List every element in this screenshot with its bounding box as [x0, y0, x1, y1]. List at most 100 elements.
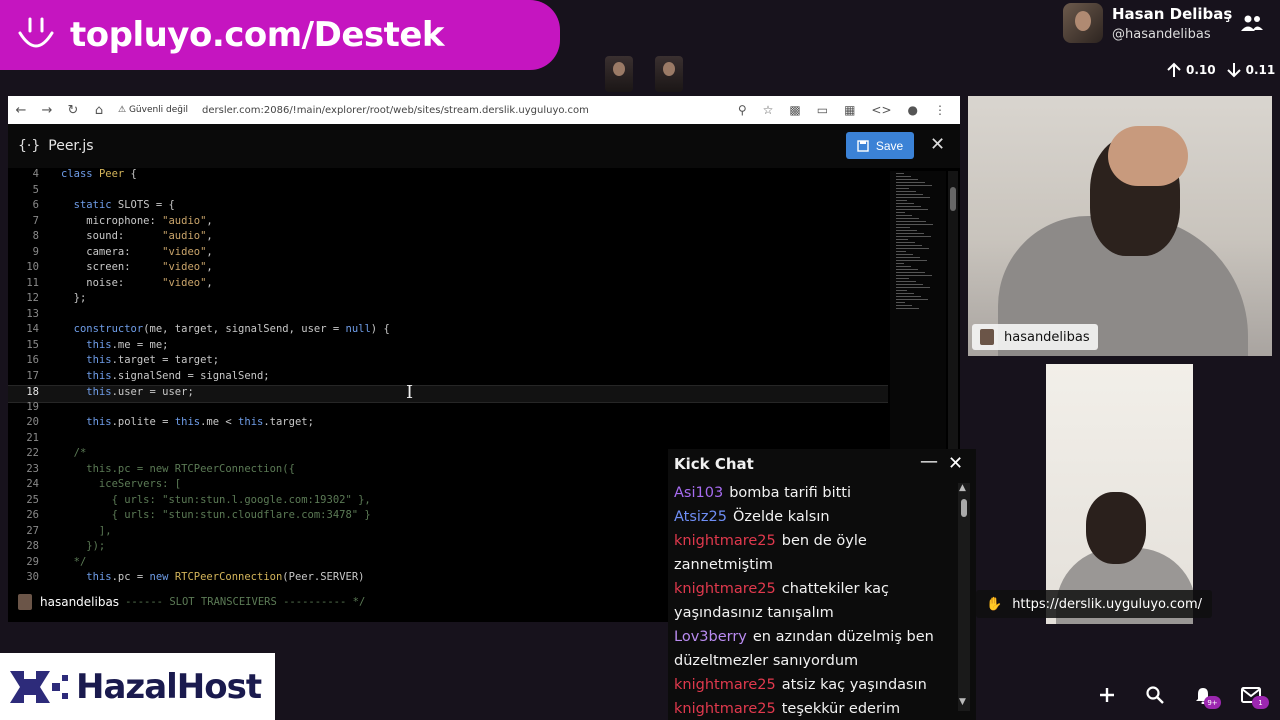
- code-text[interactable]: */: [61, 556, 87, 572]
- mail-badge: 1: [1252, 696, 1269, 709]
- chat-scrollbar[interactable]: ▲ ▼: [958, 483, 970, 711]
- people-icon[interactable]: [1240, 14, 1264, 32]
- avatar: [18, 594, 32, 610]
- bell-icon[interactable]: 9+: [1192, 684, 1221, 709]
- minimize-icon[interactable]: —: [920, 451, 938, 472]
- code-text[interactable]: { urls: "stun:stun.cloudflare.com:3478" …: [61, 509, 371, 525]
- line-number: 13: [26, 307, 39, 320]
- save-button[interactable]: Save: [846, 132, 914, 159]
- code-line[interactable]: 16 this.target = target;: [8, 354, 888, 370]
- menu-dots-icon[interactable]: ⋮: [934, 103, 946, 117]
- line-number: 23: [26, 462, 39, 475]
- code-text[interactable]: { urls: "stun:stun.l.google.com:19302" }…: [61, 494, 371, 510]
- chat-username[interactable]: Lov3berry: [674, 629, 747, 645]
- url-text[interactable]: dersler.com:2086/!main/explorer/root/web…: [202, 105, 589, 116]
- forward-icon[interactable]: →: [34, 103, 60, 118]
- avatar[interactable]: [1063, 3, 1103, 43]
- chat-username[interactable]: knightmare25: [674, 701, 776, 717]
- code-text[interactable]: this.pc = new RTCPeerConnection(Peer.SER…: [61, 571, 364, 587]
- code-line[interactable]: 21: [8, 432, 888, 448]
- code-text[interactable]: iceServers: [: [61, 478, 181, 494]
- line-number: 21: [26, 431, 39, 444]
- code-text[interactable]: microphone: "audio",: [61, 215, 212, 231]
- code-line[interactable]: 20 this.polite = this.me < this.target;: [8, 416, 888, 432]
- code-text[interactable]: });: [61, 540, 105, 556]
- extensions-icon[interactable]: ▩: [789, 103, 800, 117]
- profile-name: Hasan Delibaş: [1112, 4, 1233, 23]
- code-line[interactable]: 17 this.signalSend = signalSend;: [8, 370, 888, 386]
- reload-icon[interactable]: ↻: [60, 103, 86, 118]
- viewer-avatar[interactable]: [655, 56, 683, 92]
- code-line[interactable]: 4 class Peer {: [8, 168, 888, 184]
- line-number: 28: [26, 540, 39, 552]
- smiley-logo-icon: [18, 17, 54, 48]
- code-text[interactable]: noise: "video",: [61, 277, 212, 293]
- code-line[interactable]: 6 static SLOTS = {: [8, 199, 888, 215]
- chat-username[interactable]: knightmare25: [674, 677, 776, 693]
- apps-icon[interactable]: ▦: [844, 103, 855, 117]
- download-arrow-icon: [1226, 63, 1241, 78]
- code-line[interactable]: 5: [8, 184, 888, 200]
- code-text[interactable]: this.me = me;: [61, 339, 168, 355]
- code-line[interactable]: 15 this.me = me;: [8, 339, 888, 355]
- chat-username[interactable]: knightmare25: [674, 581, 776, 597]
- address-bar[interactable]: ⚠ Güvenli değil dersler.com:2086/!main/e…: [118, 99, 738, 121]
- code-line[interactable]: 12 };: [8, 292, 888, 308]
- code-line[interactable]: 8 sound: "audio",: [8, 230, 888, 246]
- code-text[interactable]: this.target = target;: [61, 354, 219, 370]
- streamer-profile[interactable]: Hasan Delibaş @hasandelibas: [1063, 3, 1232, 43]
- hazalhost-logo-icon: [10, 670, 68, 703]
- code-text[interactable]: camera: "video",: [61, 246, 212, 262]
- code-text[interactable]: this.signalSend = signalSend;: [61, 370, 269, 386]
- home-icon[interactable]: ⌂: [86, 103, 112, 118]
- bookmark-star-icon[interactable]: ☆: [763, 103, 774, 117]
- code-text[interactable]: static SLOTS = {: [61, 199, 175, 215]
- line-number: 27: [26, 524, 39, 537]
- code-text[interactable]: this.pc = new RTCPeerConnection({: [61, 463, 295, 479]
- webcam-label: hasandelibas: [972, 324, 1098, 350]
- code-text[interactable]: sound: "audio",: [61, 230, 212, 246]
- chat-username[interactable]: Asi103: [674, 485, 723, 501]
- viewer-avatar[interactable]: [605, 56, 633, 92]
- back-icon[interactable]: ←: [8, 103, 34, 118]
- code-line[interactable]: 14 constructor(me, target, signalSend, u…: [8, 323, 888, 339]
- banner-text: topluyo.com/Destek: [70, 15, 445, 55]
- add-icon[interactable]: [1096, 684, 1118, 706]
- chat-username[interactable]: Atsiz25: [674, 509, 727, 525]
- line-number: 18: [26, 386, 39, 398]
- code-line[interactable]: 19: [8, 401, 888, 417]
- close-chat-icon[interactable]: ✕: [948, 453, 963, 474]
- code-line[interactable]: 10 screen: "video",: [8, 261, 888, 277]
- chat-message: Asi103 bomba tarifi bitti: [674, 481, 956, 505]
- line-number: 29: [26, 555, 39, 568]
- code-text[interactable]: /*: [61, 447, 87, 463]
- kick-chat-panel: Kick Chat — ✕ Asi103 bomba tarifi bitti At…: [668, 449, 976, 720]
- profile-icon[interactable]: ●: [908, 103, 918, 117]
- code-line[interactable]: 11 noise: "video",: [8, 277, 888, 293]
- zoom-icon[interactable]: ⚲: [738, 103, 747, 117]
- line-number: 26: [26, 509, 39, 521]
- mail-icon[interactable]: 1: [1240, 684, 1269, 709]
- code-text[interactable]: constructor(me, target, signalSend, user…: [61, 323, 390, 339]
- code-text[interactable]: };: [61, 292, 87, 308]
- code-line[interactable]: 13: [8, 308, 888, 324]
- search-icon[interactable]: [1144, 684, 1166, 706]
- file-name: Peer.js: [48, 138, 94, 154]
- code-line[interactable]: 9 camera: "video",: [8, 246, 888, 262]
- chat-username[interactable]: knightmare25: [674, 533, 776, 549]
- chat-message: knightmare25 teşekkür ederim: [674, 697, 956, 720]
- code-line[interactable]: 7 microphone: "audio",: [8, 215, 888, 231]
- cast-icon[interactable]: ▭: [817, 103, 828, 117]
- code-text[interactable]: this.user = user;: [61, 386, 193, 402]
- security-warning[interactable]: ⚠ Güvenli değil: [118, 105, 188, 115]
- hand-icon: ✋: [986, 596, 1003, 612]
- code-text[interactable]: this.polite = this.me < this.target;: [61, 416, 314, 432]
- code-text[interactable]: class Peer {: [61, 168, 137, 184]
- upload-rate: 0.10: [1186, 63, 1216, 77]
- devtools-icon[interactable]: <>: [871, 103, 891, 117]
- line-number: 24: [26, 478, 39, 490]
- site-link[interactable]: ✋ https://derslik.uyguluyo.com/: [976, 590, 1213, 618]
- close-editor-icon[interactable]: ✕: [930, 134, 945, 155]
- code-text[interactable]: screen: "video",: [61, 261, 212, 277]
- code-text[interactable]: ],: [61, 525, 112, 541]
